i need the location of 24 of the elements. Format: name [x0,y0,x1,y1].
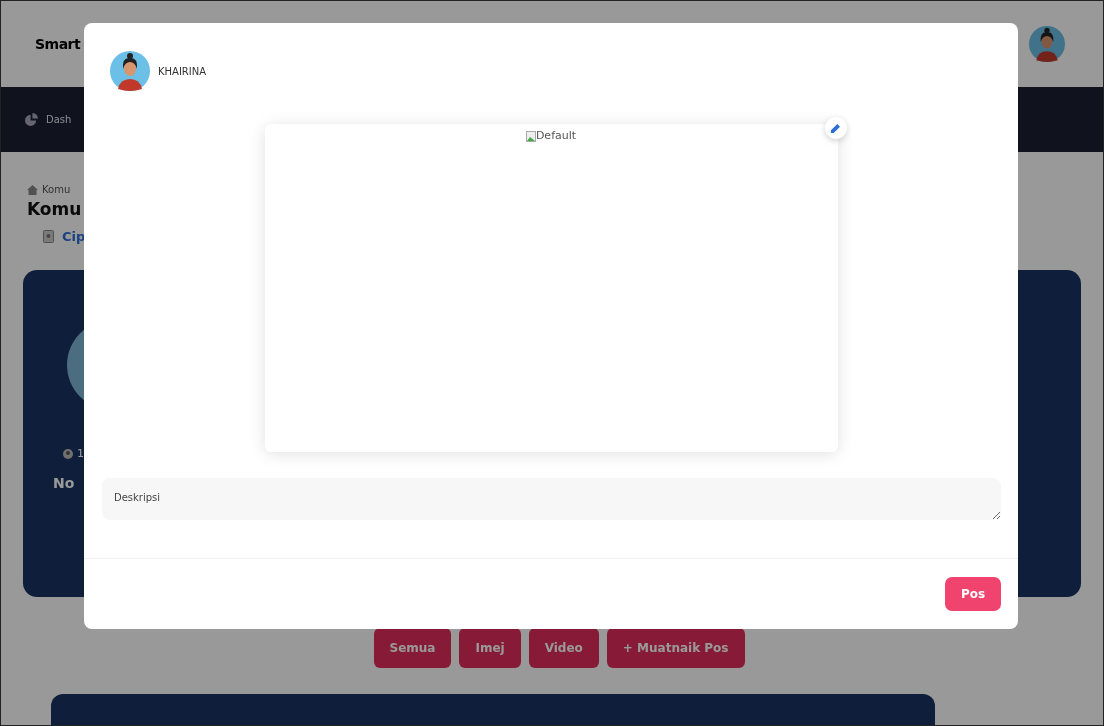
page-title: Komu [27,198,83,221]
description-field[interactable]: Deskripsi [102,478,1001,520]
avatar-icon [1029,26,1065,62]
user-icon [63,449,73,460]
broken-image-icon [525,130,536,142]
broken-image: Default [525,128,577,145]
home-icon[interactable] [27,184,38,195]
user-name: KHAIRINA [158,64,207,79]
app-brand: Smart [35,34,81,54]
avatar-icon [110,51,150,91]
contact-card-icon [43,229,54,243]
link[interactable]: Cip [62,226,86,246]
pencil-icon [831,123,840,133]
post-button[interactable]: Pos [945,577,1001,611]
filter-button[interactable]: + Muatnaik Pos [606,628,745,668]
filter-button[interactable]: Video [528,628,599,668]
breadcrumb-item[interactable]: Komu [42,182,71,197]
edit-button[interactable] [824,117,847,139]
profile-name: No [53,473,76,493]
filter-button[interactable]: Semua [373,628,452,668]
stat-count: 1 [77,446,84,462]
filter-button[interactable]: Imej [459,628,521,668]
nav-link[interactable]: Dash [46,112,72,127]
pie-chart-icon [25,113,38,126]
